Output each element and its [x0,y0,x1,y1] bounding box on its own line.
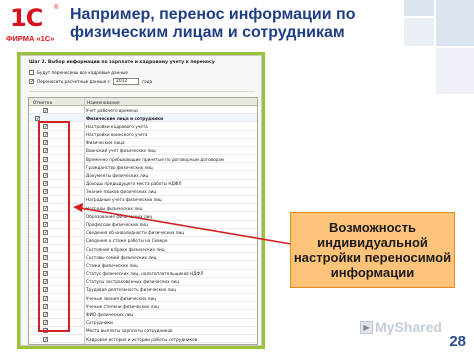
pointer-arrow [73,203,292,245]
play-icon: ▶ [360,320,373,334]
watermark-text: MyShared [375,319,442,335]
page-number: 28 [449,333,466,350]
watermark: ▶ MyShared [360,319,442,335]
callout-box: Возможность индивидуальной настройки пер… [290,212,455,288]
